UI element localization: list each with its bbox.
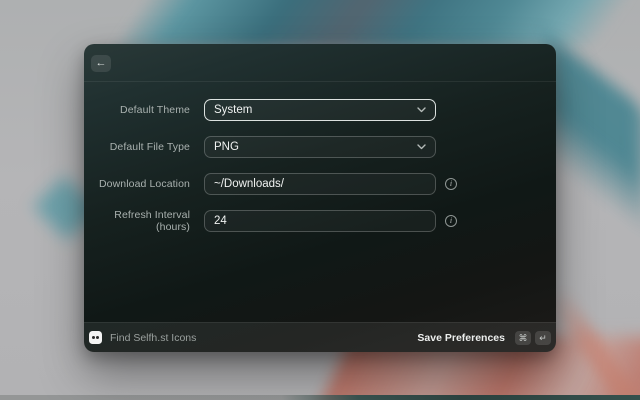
info-icon[interactable]: i [445,215,457,227]
default-file-type-dropdown[interactable]: PNG [204,136,436,158]
save-preferences-button[interactable]: Save Preferences [417,332,505,344]
field-row-download-location: Download Location i [84,173,556,195]
return-key-icon: ↵ [535,330,551,345]
field-row-default-theme: Default Theme System [84,99,556,121]
screen: ← Default Theme System Default File Type… [0,0,640,400]
refresh-interval-input[interactable] [214,211,426,231]
field-label: Default File Type [109,141,190,153]
preferences-form: Default Theme System Default File Type P… [84,82,556,233]
field-row-refresh-interval: Refresh Interval (hours) i [84,209,556,233]
extension-name: Find Selfh.st Icons [110,331,197,344]
footer-actions: Save Preferences ⌘ ↵ [417,330,551,345]
field-label: Default Theme [120,104,190,116]
default-theme-dropdown[interactable]: System [204,99,436,121]
download-location-input[interactable] [214,174,426,194]
selfhst-logo-icon [89,331,102,344]
dropdown-value: PNG [214,141,239,153]
refresh-interval-field-box [204,210,436,232]
field-row-default-file-type: Default File Type PNG [84,136,556,158]
wallpaper-teal-shape-right [548,34,640,235]
field-label: Download Location [98,178,190,190]
command-key-icon: ⌘ [515,330,531,345]
wallpaper-teal-band-top [115,0,640,48]
chevron-down-icon [417,144,426,150]
window-header: ← [84,44,556,82]
download-location-field-box [204,173,436,195]
extension-identity: Find Selfh.st Icons [89,331,196,344]
info-icon[interactable]: i [445,178,457,190]
wallpaper-bottom-strip [0,395,640,400]
dropdown-value: System [214,104,253,116]
field-label: Refresh Interval (hours) [114,209,190,233]
back-button[interactable]: ← [91,55,111,72]
chevron-down-icon [417,107,426,113]
preferences-window: ← Default Theme System Default File Type… [84,44,556,352]
back-arrow-icon: ← [95,57,107,69]
window-footer: Find Selfh.st Icons Save Preferences ⌘ ↵ [84,322,556,352]
